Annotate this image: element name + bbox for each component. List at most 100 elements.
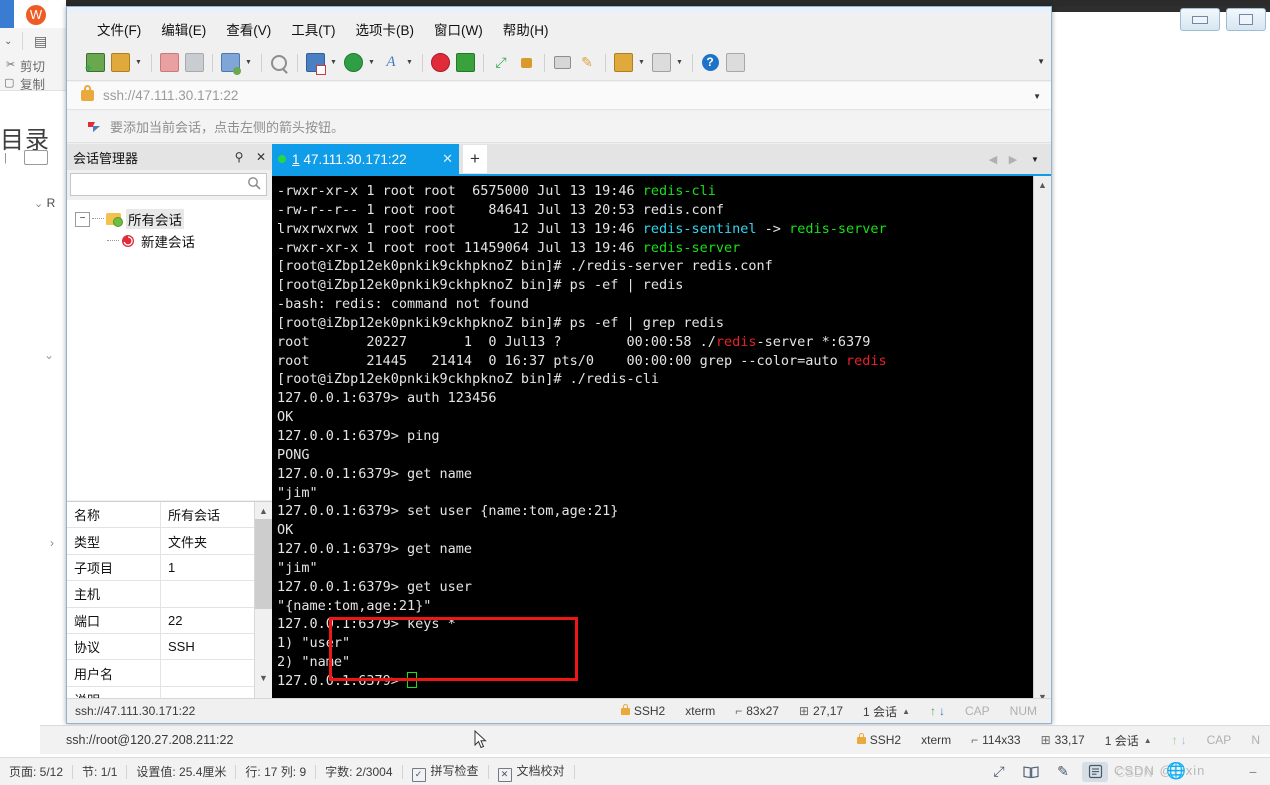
open-folder-icon[interactable]	[108, 51, 132, 75]
minimize-button[interactable]	[1180, 8, 1220, 31]
menu-edit[interactable]: 编辑(E)	[151, 15, 216, 43]
reconnect-icon[interactable]	[182, 51, 206, 75]
chevron-down-icon[interactable]: ▼	[674, 51, 685, 75]
find-icon[interactable]	[267, 51, 291, 75]
terminal-line: "jim"	[277, 484, 318, 501]
collapse-icon[interactable]: −	[75, 211, 90, 227]
chevron-down-icon[interactable]: ▼	[328, 51, 339, 75]
zoom-out-icon[interactable]: −	[1240, 762, 1266, 782]
chevron-up-icon[interactable]: ▲	[1144, 736, 1152, 745]
menu-help[interactable]: 帮助(H)	[493, 15, 559, 43]
highlight-pen-icon[interactable]: ✎	[1050, 762, 1076, 782]
chevron-down-icon[interactable]: ▼	[1033, 92, 1041, 101]
pin-icon[interactable]: ⚲	[228, 146, 250, 168]
maximize-button[interactable]	[1226, 8, 1266, 31]
page-layout-icon[interactable]	[1082, 761, 1108, 782]
xftp-icon[interactable]	[453, 51, 477, 75]
wps-outline-collapse-icon[interactable]: |	[4, 152, 7, 164]
outer-status-sessions[interactable]: 1 会话 ▲	[1095, 732, 1162, 749]
wps-setting-value[interactable]: 设置值: 25.4厘米	[127, 763, 235, 780]
read-mode-icon[interactable]	[1018, 762, 1044, 782]
magnifier-glyph	[271, 54, 287, 71]
terminal-scrollbar[interactable]: ▲ ▼	[1033, 176, 1051, 705]
toolbar-divider	[544, 53, 545, 72]
wps-status-left-group: 页面: 5/12 节: 1/1 设置值: 25.4厘米 行: 17 列: 9 字…	[0, 758, 575, 785]
terminal-tab-bar: 1 47.111.30.171:22 ✕ + ◀ ▶ ▼	[272, 144, 1051, 174]
paste-icon[interactable]: ▤	[34, 33, 47, 50]
cut-icon: ✂	[6, 59, 16, 71]
wps-nav-arrow-icon[interactable]: ›	[50, 536, 54, 550]
close-icon[interactable]: ✕	[438, 151, 453, 167]
tree-node-all-sessions[interactable]: − 所有会话	[73, 208, 272, 230]
wps-word-count[interactable]: 字数: 2/3004	[316, 763, 401, 780]
disconnect-icon[interactable]	[157, 51, 181, 75]
terminal-line: 127.0.0.1:6379> ping	[277, 427, 440, 444]
status-protocol: SSH2	[611, 703, 675, 718]
chevron-down-icon[interactable]: ▼	[404, 51, 415, 75]
table-row: 端口 22	[67, 607, 272, 634]
scrollbar-thumb[interactable]	[255, 519, 272, 609]
wps-nav-item[interactable]: ⌄ R	[34, 196, 55, 210]
globe-icon[interactable]	[341, 51, 365, 75]
scroll-up-icon[interactable]: ▲	[255, 502, 272, 519]
terminal-line: 127.0.0.1:6379> set user {name:tom,age:2…	[277, 503, 619, 520]
tab-prev-icon[interactable]: ◀	[983, 145, 1003, 173]
close-icon[interactable]: ✕	[250, 146, 272, 168]
menu-view[interactable]: 查看(V)	[216, 15, 281, 43]
fullscreen-icon[interactable]: ⤢	[986, 762, 1012, 782]
copy-label[interactable]: 复制	[20, 74, 45, 93]
help-icon[interactable]: ?	[698, 51, 722, 75]
address-bar[interactable]: ssh://47.111.30.171:22 ▼	[67, 82, 1051, 110]
menu-tools[interactable]: 工具(T)	[281, 15, 345, 43]
xshell-window: 文件(F) 编辑(E) 查看(V) 工具(T) 选项卡(B) 窗口(W) 帮助(…	[66, 6, 1052, 724]
status-sessions[interactable]: 1 会话 ▲	[853, 703, 920, 720]
toolbar-divider	[692, 53, 693, 72]
terminal-line: 127.0.0.1:6379> keys *	[277, 616, 456, 633]
scroll-up-icon[interactable]: ▲	[1034, 176, 1051, 193]
highlight-icon[interactable]: ✎	[575, 51, 599, 75]
cut-label[interactable]: 剪切	[20, 56, 45, 75]
chevron-down-icon[interactable]: ▼	[366, 51, 377, 75]
lock-icon	[856, 732, 866, 744]
properties-scrollbar[interactable]: ▲ ▼	[254, 502, 272, 706]
session-search-input[interactable]	[70, 173, 267, 196]
wps-nav-chevron-icon[interactable]: ⌄	[44, 348, 54, 362]
chevron-down-icon[interactable]: ⌄	[4, 36, 12, 47]
layout-icon[interactable]	[649, 51, 673, 75]
menu-window[interactable]: 窗口(W)	[424, 15, 493, 43]
tab-next-icon[interactable]: ▶	[1003, 145, 1023, 173]
wps-line-col[interactable]: 行: 17 列: 9	[236, 763, 315, 780]
chevron-up-icon[interactable]: ▲	[902, 707, 910, 716]
session-properties-icon[interactable]	[218, 51, 242, 75]
terminal-line: 127.0.0.1:6379> get user	[277, 578, 473, 595]
scroll-down-icon[interactable]: ▼	[255, 669, 272, 686]
xshell-icon[interactable]	[428, 51, 452, 75]
toolbar-overflow-icon[interactable]: ▼	[1037, 57, 1045, 66]
chevron-down-icon[interactable]: ▼	[133, 51, 144, 75]
outer-xshell-status-bar: ssh://root@120.27.208.211:22 SSH2 xterm …	[40, 725, 1270, 754]
session-manager-title: 会话管理器	[73, 150, 139, 166]
xshell-glyph	[430, 53, 450, 72]
wps-page-indicator[interactable]: 页面: 5/12	[0, 763, 72, 780]
save-log-icon[interactable]	[611, 51, 635, 75]
terminal-output[interactable]: -rwxr-xr-x 1 root root 6575000 Jul 13 19…	[272, 176, 1034, 705]
new-tab-button[interactable]: +	[463, 145, 487, 173]
wps-section-indicator[interactable]: 节: 1/1	[73, 763, 126, 780]
comment-icon[interactable]	[723, 51, 747, 75]
status-size: ⌐ 83x27	[725, 704, 789, 718]
tree-node-new-session[interactable]: 新建会话	[73, 230, 272, 252]
file-transfer-icon[interactable]	[303, 51, 327, 75]
wps-spell-check[interactable]: ✓ 拼写检查	[403, 762, 488, 782]
tab-menu-icon[interactable]: ▼	[1023, 145, 1047, 173]
chevron-down-icon[interactable]: ▼	[243, 51, 254, 75]
chevron-down-icon[interactable]: ▼	[636, 51, 647, 75]
lock-icon[interactable]	[514, 51, 538, 75]
menu-file[interactable]: 文件(F)	[87, 15, 151, 43]
wps-doc-proof[interactable]: ✕ 文档校对	[489, 762, 574, 782]
keyboard-icon[interactable]	[550, 51, 574, 75]
fullscreen-icon[interactable]: ⤢	[489, 51, 513, 75]
new-session-icon[interactable]: +	[83, 51, 107, 75]
menu-tabs[interactable]: 选项卡(B)	[346, 15, 425, 43]
font-icon[interactable]: A	[379, 51, 403, 75]
tab-session-1[interactable]: 1 47.111.30.171:22 ✕	[272, 144, 459, 174]
